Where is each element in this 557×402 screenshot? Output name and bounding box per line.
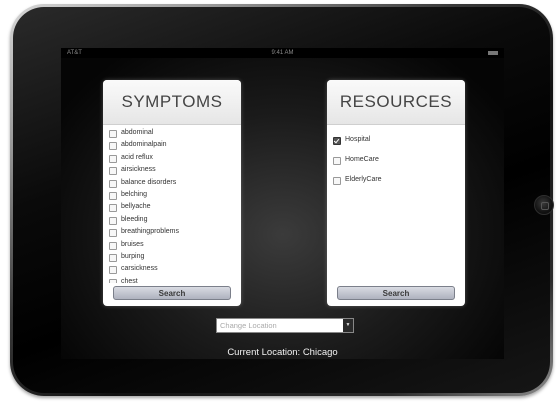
symptom-label: bruises — [121, 240, 144, 248]
symptom-label: acid reflux — [121, 153, 153, 161]
symptom-item[interactable]: bruises — [103, 239, 241, 251]
symptom-label: bleeding — [121, 215, 148, 223]
current-location-label: Current Location: Chicago — [227, 347, 338, 358]
symptoms-search-button[interactable]: Search — [113, 286, 231, 300]
symptom-item[interactable]: abdominalpain — [103, 139, 241, 151]
symptom-label: breathingproblems — [121, 228, 179, 236]
resource-item[interactable]: HomeCare — [327, 154, 465, 174]
resource-label: Hospital — [345, 136, 371, 143]
symptom-item[interactable]: airsickness — [103, 164, 241, 176]
symptom-checkbox[interactable] — [109, 278, 117, 283]
symptom-checkbox[interactable] — [109, 204, 117, 213]
symptom-item[interactable]: breathingproblems — [103, 226, 241, 238]
resources-title: RESOURCES — [327, 80, 465, 125]
dropdown-arrow-icon[interactable]: ▼ — [343, 319, 353, 332]
symptom-checkbox[interactable] — [109, 241, 117, 250]
symptoms-panel: SYMPTOMS abdominal abdominalpain acid re… — [103, 80, 241, 306]
app-screen: AT&T 9:41 AM SYMPTOMS abdominal abdomina… — [61, 48, 504, 359]
symptom-item[interactable]: bellyache — [103, 201, 241, 213]
symptom-label: chest — [121, 277, 138, 283]
symptom-checkbox[interactable] — [109, 154, 117, 163]
symptom-label: abdominalpain — [121, 141, 167, 149]
resource-checkbox[interactable] — [333, 137, 341, 145]
symptoms-list[interactable]: abdominal abdominalpain acid reflux airs… — [103, 127, 241, 283]
symptom-item[interactable]: carsickness — [103, 263, 241, 275]
resources-panel: RESOURCES Hospital HomeCare ElderlyCare … — [327, 80, 465, 306]
home-button[interactable] — [534, 195, 554, 215]
symptom-checkbox[interactable] — [109, 216, 117, 225]
symptom-checkbox[interactable] — [109, 142, 117, 151]
symptom-label: burping — [121, 252, 145, 260]
symptom-label: balance disorders — [121, 178, 177, 186]
symptom-label: belching — [121, 190, 148, 198]
symptom-item[interactable]: belching — [103, 189, 241, 201]
symptom-checkbox[interactable] — [109, 191, 117, 200]
symptom-checkbox[interactable] — [109, 253, 117, 262]
resources-search-button[interactable]: Search — [337, 286, 455, 300]
symptom-item[interactable]: chest — [103, 276, 241, 283]
symptoms-title: SYMPTOMS — [103, 80, 241, 125]
symptom-item[interactable]: burping — [103, 251, 241, 263]
symptom-label: carsickness — [121, 265, 158, 273]
symptom-item[interactable]: acid reflux — [103, 152, 241, 164]
resource-checkbox[interactable] — [333, 177, 341, 185]
symptom-item[interactable]: abdominal — [103, 127, 241, 139]
symptom-label: abdominal — [121, 129, 154, 136]
resource-item[interactable]: ElderlyCare — [327, 174, 465, 194]
status-time: 9:41 AM — [271, 50, 294, 56]
status-bar: AT&T 9:41 AM — [61, 48, 504, 58]
symptom-label: airsickness — [121, 166, 156, 174]
resource-checkbox[interactable] — [333, 157, 341, 165]
symptom-checkbox[interactable] — [109, 179, 117, 188]
resource-label: ElderlyCare — [345, 176, 382, 183]
resource-label: HomeCare — [345, 156, 379, 163]
resources-list[interactable]: Hospital HomeCare ElderlyCare — [327, 134, 465, 290]
symptom-checkbox[interactable] — [109, 167, 117, 176]
symptom-checkbox[interactable] — [109, 266, 117, 275]
change-location-select[interactable]: Change Location ▼ — [216, 318, 354, 333]
symptom-checkbox[interactable] — [109, 229, 117, 238]
battery-icon — [488, 51, 498, 55]
resource-item[interactable]: Hospital — [327, 134, 465, 154]
symptom-label: bellyache — [121, 203, 151, 211]
symptom-item[interactable]: bleeding — [103, 214, 241, 226]
symptom-checkbox[interactable] — [109, 130, 117, 138]
change-location-placeholder: Change Location — [220, 321, 277, 330]
symptom-item[interactable]: balance disorders — [103, 177, 241, 189]
